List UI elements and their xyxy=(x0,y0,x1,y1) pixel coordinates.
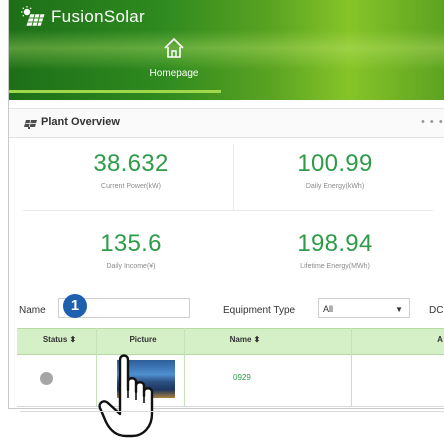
column-picture: Picture xyxy=(129,335,157,344)
filter-bar: Name 1 Equipment Type All ▼ DC xyxy=(9,294,444,324)
kpi-value: 38.632 xyxy=(93,150,169,177)
kpi-value: 135.6 xyxy=(100,230,162,257)
equipment-type-select[interactable]: All ▼ xyxy=(318,298,410,318)
dc-filter-label: DC xyxy=(429,305,444,316)
plant-overview-header: Plant Overview • • • xyxy=(9,108,444,138)
column-status[interactable]: Status ⬍ xyxy=(37,335,82,344)
kpi-current-power: 38.632 Current Power(kW) xyxy=(31,150,231,190)
column-name[interactable]: Name ⬍ xyxy=(215,335,275,344)
nav-homepage-label: Homepage xyxy=(149,68,199,79)
kpi-label: Daily Income(¥) xyxy=(106,263,156,270)
table-header: Status ⬍ Picture Name ⬍ A xyxy=(17,328,444,355)
main-content: Plant Overview • • • 38.632 Current Powe… xyxy=(9,100,444,408)
name-filter-label: Name xyxy=(19,305,46,316)
bottom-divider xyxy=(20,411,444,412)
kpi-label: Daily Energy(kWh) xyxy=(305,183,365,190)
app-window: FusionSolar Homepage Plant Overview • • … xyxy=(8,0,444,409)
app-title: FusionSolar xyxy=(51,7,146,26)
column-next: A xyxy=(437,335,443,344)
kpi-daily-income: 135.6 Daily Income(¥) xyxy=(31,230,231,270)
kpi-lifetime-energy: 198.94 Lifetime Energy(MWh) xyxy=(235,230,435,270)
kpi-divider-horizontal xyxy=(23,210,433,211)
panel-title: Plant Overview xyxy=(41,116,120,128)
equipment-type-label: Equipment Type xyxy=(223,305,296,316)
nav-homepage[interactable]: Homepage xyxy=(119,37,229,79)
kpi-label: Current Power(kW) xyxy=(101,183,161,190)
step-number-badge: 1 xyxy=(63,294,87,318)
equipment-type-value: All xyxy=(323,304,334,314)
table-row[interactable]: 0929 xyxy=(17,354,444,407)
hand-pointer-icon xyxy=(98,354,154,438)
kpi-value: 198.94 xyxy=(297,230,373,257)
kpi-label: Lifetime Energy(MWh) xyxy=(300,263,370,270)
kpi-daily-energy: 100.99 Daily Energy(kWh) xyxy=(235,150,435,190)
app-logo[interactable]: FusionSolar xyxy=(21,6,145,28)
kpi-divider-vertical xyxy=(233,144,234,210)
chevron-down-icon: ▼ xyxy=(395,305,403,314)
top-header: FusionSolar Homepage xyxy=(9,0,444,100)
status-offline-icon xyxy=(40,372,53,385)
device-table: Status ⬍ Picture Name ⬍ A 0929 xyxy=(17,328,444,408)
solar-panel-icon xyxy=(24,119,37,129)
home-icon xyxy=(164,37,184,58)
solar-logo-icon xyxy=(21,6,46,27)
device-name-cell[interactable]: 0929 xyxy=(233,373,251,382)
more-options-icon[interactable]: • • • xyxy=(421,116,444,128)
active-tab-indicator xyxy=(9,90,221,93)
kpi-value: 100.99 xyxy=(297,150,373,177)
